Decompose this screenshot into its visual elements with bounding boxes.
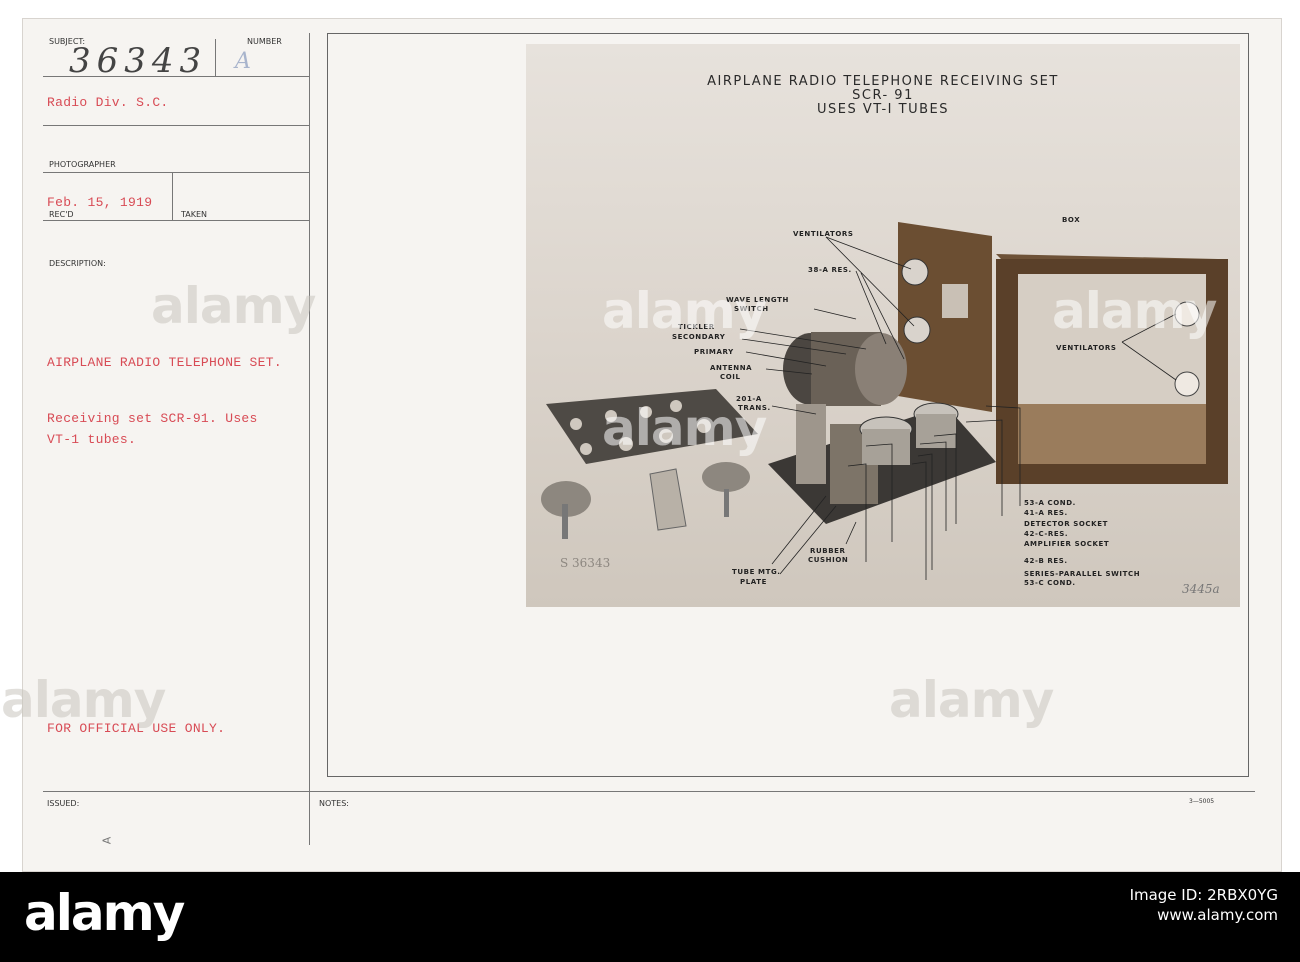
watermark: alamy: [1, 671, 166, 729]
rule: [43, 220, 309, 221]
callout-label: VENTILATORS: [793, 230, 854, 238]
rule: [172, 173, 173, 221]
description-label: DESCRIPTION:: [49, 259, 106, 268]
callout-label: 42-C-RES.: [1024, 530, 1069, 538]
callout-label: 41-A RES.: [1024, 509, 1068, 517]
callout-label: PLATE: [740, 578, 768, 586]
column-divider: [309, 33, 310, 845]
footer-bar: alamy Image ID: 2RBX0YG www.alamy.com: [0, 872, 1300, 962]
callout-label: CUSHION: [808, 556, 849, 564]
footer-info: Image ID: 2RBX0YG www.alamy.com: [1130, 886, 1278, 924]
corner-mark: A: [100, 836, 114, 845]
callout-label: BOX: [1062, 216, 1081, 224]
callout-label: VENTILATORS: [1056, 344, 1117, 352]
callout-label: ANTENNA: [710, 364, 753, 372]
callout-label: 42-B RES.: [1024, 557, 1068, 565]
callout-label: PRIMARY: [694, 348, 734, 356]
rule: [43, 172, 309, 173]
callout-label: 53-C COND.: [1024, 579, 1076, 587]
callout-label: 38-A RES.: [808, 266, 852, 274]
number-label: NUMBER: [247, 37, 282, 46]
date: Feb. 15, 1919: [47, 195, 153, 210]
watermark: alamy: [889, 671, 1054, 729]
photographer-label: PHOTOGRAPHER: [49, 160, 116, 169]
description-title: AIRPLANE RADIO TELEPHONE SET.: [47, 355, 282, 370]
rule: [215, 39, 216, 77]
equipment-photo: AIRPLANE RADIO TELEPHONE RECEIVING SET S…: [526, 44, 1240, 607]
form-code: 3—5005: [1189, 798, 1215, 805]
callout-label: 53-A COND.: [1024, 499, 1076, 507]
watermark: alamy: [602, 282, 767, 340]
callout-label: SERIES-PARALLEL SWITCH: [1024, 570, 1141, 578]
recd-label: REC'D: [49, 210, 74, 219]
watermark: alamy: [602, 399, 767, 457]
watermark: alamy: [1052, 282, 1217, 340]
rule: [43, 125, 309, 126]
callout-label: COIL: [720, 373, 741, 381]
footer-site: www.alamy.com: [1157, 906, 1278, 924]
issued-label: ISSUED:: [47, 799, 80, 808]
image-id-label: Image ID:: [1129, 886, 1203, 904]
watermark: alamy: [151, 277, 316, 335]
rule: [43, 791, 1255, 792]
callout-label: DETECTOR SOCKET: [1024, 520, 1108, 528]
image-id: 2RBX0YG: [1207, 886, 1278, 904]
description-line: Receiving set SCR-91. Uses: [47, 411, 258, 426]
corner-number: 3445a: [1182, 582, 1220, 596]
callout-label: RUBBER: [810, 547, 846, 555]
subject-number: 36343: [69, 41, 208, 81]
footer-brand: alamy: [24, 884, 185, 942]
callout-label: TUBE MTG.: [732, 568, 781, 576]
negative-number: S 36343: [560, 556, 611, 570]
callout-label: AMPLIFIER SOCKET: [1024, 540, 1110, 548]
division: Radio Div. S.C.: [47, 95, 169, 110]
notes-label: NOTES:: [319, 799, 349, 808]
description-line: VT-1 tubes.: [47, 432, 137, 447]
number-mark: A: [235, 49, 251, 74]
taken-label: TAKEN: [181, 210, 208, 219]
